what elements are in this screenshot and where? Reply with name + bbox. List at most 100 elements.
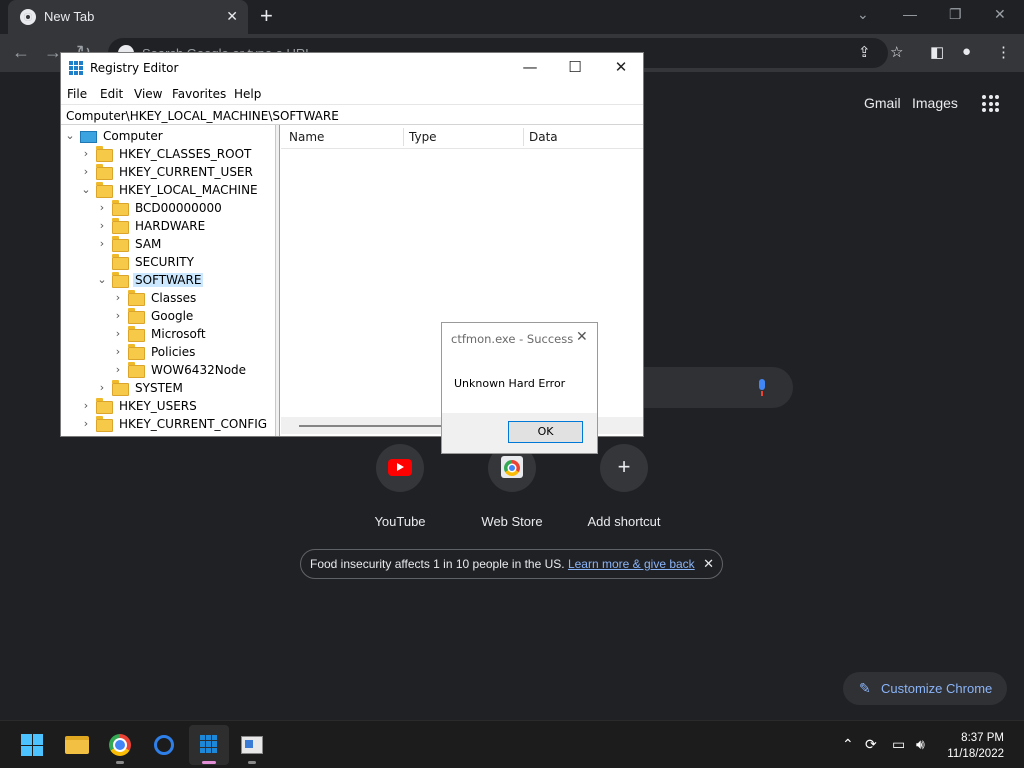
file-explorer-icon	[65, 736, 89, 754]
collapsed-chevron-icon[interactable]: ›	[113, 345, 123, 358]
taskbar-registry-editor[interactable]	[189, 725, 229, 765]
profile-avatar-icon[interactable]: ●	[962, 43, 971, 60]
promo-close-icon[interactable]: ✕	[703, 556, 714, 572]
volume-icon[interactable]: 🔊︎	[916, 736, 925, 753]
menu-edit[interactable]: Edit	[100, 87, 123, 101]
update-sync-icon[interactable]: ⟳	[865, 736, 877, 753]
regedit-key-tree: ⌄ Computer › HKEY_CLASSES_ROOT › HKEY_CURRENT…	[61, 125, 276, 436]
column-data[interactable]: Data	[529, 130, 558, 144]
regedit-minimize-icon[interactable]: —	[515, 58, 545, 76]
regedit-titlebar[interactable]: Registry Editor — ☐ ✕	[61, 53, 643, 83]
folder-icon	[96, 146, 113, 162]
tree-node-label: Classes	[151, 291, 197, 305]
folder-icon	[128, 326, 145, 342]
system-clock[interactable]: 8:37 PM 11/18/2022	[947, 730, 1004, 762]
shortcut-web-store[interactable]: Web Store	[457, 444, 567, 529]
column-type[interactable]: Type	[409, 130, 437, 144]
start-button[interactable]	[12, 725, 52, 765]
collapsed-chevron-icon[interactable]: ›	[113, 327, 123, 340]
collapsed-chevron-icon[interactable]: ›	[81, 399, 91, 412]
taskbar-dialog-app[interactable]	[232, 725, 272, 765]
images-link[interactable]: Images	[912, 95, 958, 111]
expanded-chevron-icon[interactable]: ⌄	[81, 183, 91, 196]
tab-search-chevron-icon[interactable]: ⌄	[857, 6, 869, 23]
minimize-icon[interactable]: —	[903, 6, 917, 22]
folder-icon	[112, 200, 129, 216]
shortcut-label: Web Store	[481, 514, 543, 529]
cortana-ring-icon	[154, 735, 174, 755]
collapsed-chevron-icon[interactable]: ›	[113, 291, 123, 304]
tree-node-label: Policies	[151, 345, 196, 359]
expanded-chevron-icon[interactable]: ⌄	[97, 273, 107, 286]
regedit-address-bar[interactable]: Computer\HKEY_LOCAL_MACHINE\SOFTWARE	[61, 104, 643, 125]
folder-icon	[128, 362, 145, 378]
tree-node-label: WOW6432Node	[151, 363, 247, 377]
dialog-close-icon[interactable]: ✕	[576, 329, 588, 345]
regedit-maximize-icon[interactable]: ☐	[560, 58, 590, 76]
collapsed-chevron-icon[interactable]: ›	[113, 363, 123, 376]
tree-node-label: Microsoft	[151, 327, 206, 341]
computer-icon	[80, 131, 97, 143]
scrollbar-thumb[interactable]	[299, 425, 449, 427]
registry-editor-icon	[200, 735, 218, 753]
shortcut-youtube[interactable]: YouTube	[345, 444, 455, 529]
customize-chrome-button[interactable]: ✎ Customize Chrome	[843, 672, 1007, 705]
collapsed-chevron-icon[interactable]: ›	[81, 165, 91, 178]
running-indicator	[116, 761, 124, 764]
taskbar-cortana[interactable]	[144, 725, 184, 765]
collapsed-chevron-icon[interactable]: ›	[97, 381, 107, 394]
folder-icon	[96, 164, 113, 180]
clock-date: 11/18/2022	[947, 748, 1004, 760]
taskbar-chrome[interactable]	[100, 725, 140, 765]
close-window-icon[interactable]: ✕	[994, 6, 1006, 23]
tree-node-label: SOFTWARE	[133, 273, 204, 287]
chrome-icon	[109, 734, 131, 756]
shortcut-add[interactable]: + Add shortcut	[569, 444, 679, 529]
restore-icon[interactable]: ❐	[949, 6, 962, 23]
dialog-title: ctfmon.exe - Success	[451, 332, 574, 346]
collapsed-chevron-icon[interactable]: ›	[81, 417, 91, 430]
chrome-menu-icon[interactable]: ⋮	[996, 43, 1011, 61]
google-apps-icon[interactable]	[982, 95, 999, 112]
tree-node-label: HKEY_CURRENT_CONFIG	[119, 417, 268, 431]
collapsed-chevron-icon[interactable]: ›	[97, 201, 107, 214]
tree-node-label: HKEY_LOCAL_MACHINE	[119, 183, 258, 197]
chrome-favicon-icon	[20, 9, 36, 25]
regedit-splitter[interactable]	[276, 125, 280, 436]
column-name[interactable]: Name	[289, 130, 324, 144]
voice-search-mic-icon[interactable]	[757, 379, 767, 397]
chrome-tabstrip: New Tab ✕ + ⌄ — ❐ ✕	[0, 0, 1024, 34]
back-arrow-icon[interactable]: ←	[12, 42, 30, 63]
tab-close-icon[interactable]: ✕	[226, 8, 238, 25]
menu-favorites[interactable]: Favorites	[172, 87, 226, 101]
menu-help[interactable]: Help	[234, 87, 261, 101]
folder-icon	[112, 236, 129, 252]
expanded-chevron-icon[interactable]: ⌄	[65, 129, 75, 142]
collapsed-chevron-icon[interactable]: ›	[97, 219, 107, 232]
collapsed-chevron-icon[interactable]: ›	[97, 237, 107, 250]
regedit-title: Registry Editor	[90, 61, 179, 75]
network-icon[interactable]: ▭	[892, 736, 905, 753]
windows-logo-icon	[21, 734, 43, 756]
collapsed-chevron-icon[interactable]: ›	[81, 147, 91, 160]
regedit-close-icon[interactable]: ✕	[606, 58, 636, 76]
add-plus-icon: +	[617, 454, 631, 479]
tree-node-label: HKEY_USERS	[119, 399, 197, 413]
menu-view[interactable]: View	[134, 87, 162, 101]
bookmark-star-icon[interactable]: ☆	[890, 43, 903, 61]
ok-button[interactable]: OK	[508, 421, 583, 443]
tray-overflow-chevron-icon[interactable]: ⌃	[842, 736, 854, 753]
active-indicator	[202, 761, 216, 764]
youtube-icon	[388, 459, 412, 476]
share-icon[interactable]: ⇪	[858, 43, 871, 61]
folder-icon	[96, 182, 113, 198]
new-tab-plus-icon[interactable]: +	[260, 5, 273, 27]
side-panel-icon[interactable]: ◧	[930, 43, 944, 61]
tree-node-label: SAM	[135, 237, 162, 251]
taskbar-file-explorer[interactable]	[56, 725, 96, 765]
collapsed-chevron-icon[interactable]: ›	[113, 309, 123, 322]
tab-new-tab[interactable]: New Tab ✕	[8, 0, 248, 34]
promo-link[interactable]: Learn more & give back	[568, 557, 695, 571]
menu-file[interactable]: File	[67, 87, 87, 101]
gmail-link[interactable]: Gmail	[864, 95, 901, 111]
